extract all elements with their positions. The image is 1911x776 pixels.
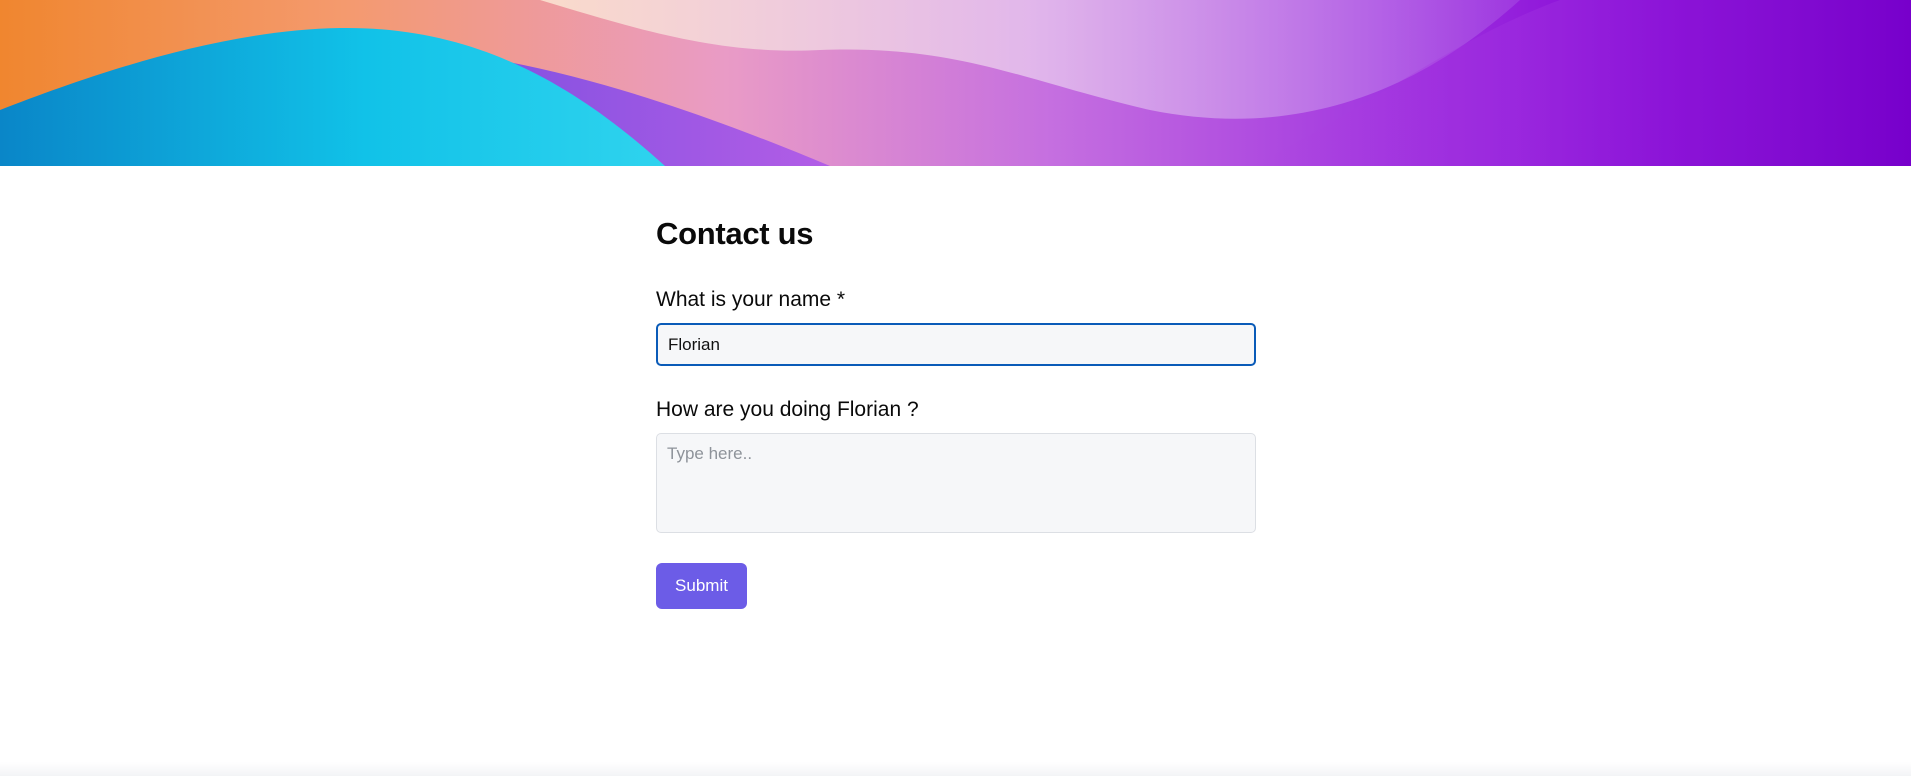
feeling-textarea[interactable] xyxy=(656,433,1256,533)
name-label: What is your name * xyxy=(656,288,846,311)
page-title: Contact us xyxy=(656,216,814,251)
bottom-shadow xyxy=(0,762,1911,776)
page: Contact us What is your name * How are y… xyxy=(0,0,1911,776)
contact-form: Contact us What is your name * How are y… xyxy=(656,212,1256,609)
submit-button[interactable]: Submit xyxy=(656,563,747,609)
header-banner xyxy=(0,0,1911,166)
wave-graphic xyxy=(0,0,1911,166)
name-input[interactable] xyxy=(656,323,1256,366)
feeling-label: How are you doing Florian ? xyxy=(656,398,919,421)
